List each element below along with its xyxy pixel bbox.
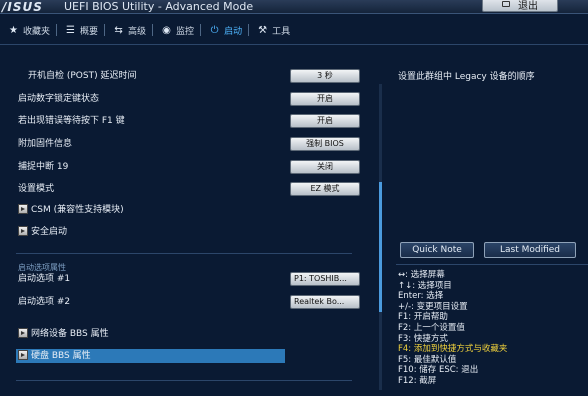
csm-submenu[interactable]: CSM (兼容性支持模块)	[18, 203, 124, 217]
exit-label: 退出	[518, 0, 538, 12]
boot-option-1-label: 启动选项 #1	[18, 274, 71, 284]
numlock-label: 启动数字锁定键状态	[18, 94, 100, 104]
advanced-icon: ⇆	[114, 24, 123, 36]
submenu-arrow-icon	[18, 203, 28, 214]
post-delay-label: 开机自检 (POST) 延迟时间	[28, 71, 137, 81]
post-delay-value[interactable]: 3 秒	[290, 69, 360, 83]
tab-monitor-label: 监控	[176, 26, 195, 37]
network-bbs-submenu[interactable]: 网络设备 BBS 属性	[18, 327, 109, 341]
last-modified-button[interactable]: Last Modified	[484, 242, 576, 258]
tab-boot-label: 启动	[224, 26, 243, 37]
help-divider	[396, 264, 588, 265]
tab-boot[interactable]: ⏻ 启动	[201, 20, 248, 40]
title-bar: /ISUS UEFI BIOS Utility - Advanced Mode …	[0, 0, 588, 14]
power-icon: ⏻	[210, 24, 219, 36]
key-hint: F1: 开启帮助	[398, 312, 448, 323]
csm-label: CSM (兼容性支持模块)	[31, 205, 124, 215]
key-legend: ↔: 选择屏幕 ↑↓: 选择项目 Enter: 选择 +/-: 变更项目设置 F…	[398, 270, 583, 387]
tab-monitor[interactable]: ◉ 监控	[153, 20, 200, 40]
key-hint: +/-: 变更项目设置	[398, 301, 468, 312]
boot-option-2-value[interactable]: Realtek Bo...	[290, 295, 360, 309]
hdd-bbs-label: 硬盘 BBS 属性	[31, 351, 91, 361]
boot-option-1-value[interactable]: P1: TOSHIB...	[290, 272, 360, 286]
tab-tool-label: 工具	[272, 26, 291, 37]
tab-advanced[interactable]: ⇆ 高级	[105, 20, 152, 40]
key-hint: Enter: 选择	[398, 291, 444, 302]
menu-divider-line	[0, 44, 588, 45]
tab-main-label: 概要	[80, 26, 99, 37]
bottom-divider	[16, 380, 352, 381]
boot-option-2-label: 启动选项 #2	[18, 297, 71, 307]
key-hint: ↑↓: 选择项目	[398, 280, 452, 291]
setup-mode-label: 设置模式	[18, 184, 55, 194]
star-icon: ★	[9, 24, 18, 36]
option-rom-value[interactable]: 强制 BIOS	[290, 137, 360, 151]
tab-favorites[interactable]: ★ 收藏夹	[0, 20, 56, 40]
submenu-arrow-icon	[18, 225, 28, 236]
key-hint-highlighted: F4: 添加到快捷方式与收藏夹	[398, 344, 508, 355]
scrollbar-thumb[interactable]	[379, 182, 382, 312]
numlock-value[interactable]: 开启	[290, 92, 360, 106]
secure-boot-label: 安全启动	[31, 227, 68, 237]
exit-button[interactable]: 退出	[482, 0, 558, 12]
tab-advanced-label: 高级	[128, 26, 147, 37]
network-bbs-label: 网络设备 BBS 属性	[31, 329, 109, 339]
int19-value[interactable]: 关闭	[290, 160, 360, 174]
tab-tool[interactable]: ⚒ 工具	[249, 20, 296, 40]
wait-f1-label: 若出现错误等待按下 F1 键	[18, 116, 125, 126]
window-title: UEFI BIOS Utility - Advanced Mode	[64, 0, 254, 13]
int19-label: 捕捉中断 19	[18, 162, 69, 172]
list-icon: ☰	[66, 24, 75, 36]
main-menu: ★ 收藏夹 ☰ 概要 ⇆ 高级 ◉ 监控 ⏻ 启动 ⚒ 工具	[0, 20, 588, 40]
submenu-arrow-icon	[18, 327, 28, 338]
quick-note-button[interactable]: Quick Note	[400, 242, 474, 258]
option-rom-label: 附加固件信息	[18, 139, 73, 149]
key-hint: F5: 最佳默认值	[398, 354, 457, 365]
hdd-bbs-submenu[interactable]: 硬盘 BBS 属性	[18, 349, 91, 363]
submenu-arrow-icon	[18, 349, 28, 360]
tab-main[interactable]: ☰ 概要	[57, 20, 104, 40]
help-description: 设置此群组中 Legacy 设备的顺序	[398, 72, 535, 82]
monitor-icon: ◉	[162, 24, 171, 36]
key-hint: F3: 快捷方式	[398, 333, 448, 344]
key-hint: ↔: 选择屏幕	[398, 270, 445, 280]
tool-icon: ⚒	[258, 24, 268, 36]
secure-boot-submenu[interactable]: 安全启动	[18, 225, 67, 239]
key-hint: F10: 储存 ESC: 退出	[398, 365, 479, 376]
section-divider	[16, 253, 352, 254]
exit-icon	[502, 1, 510, 7]
wait-f1-value[interactable]: 开启	[290, 114, 360, 128]
key-hint: F12: 截屏	[398, 375, 437, 386]
tab-favorites-label: 收藏夹	[23, 26, 51, 37]
asus-logo: /ISUS	[2, 0, 43, 14]
setup-mode-value[interactable]: EZ 模式	[290, 182, 360, 196]
key-hint: F2: 上一个设置值	[398, 322, 465, 333]
